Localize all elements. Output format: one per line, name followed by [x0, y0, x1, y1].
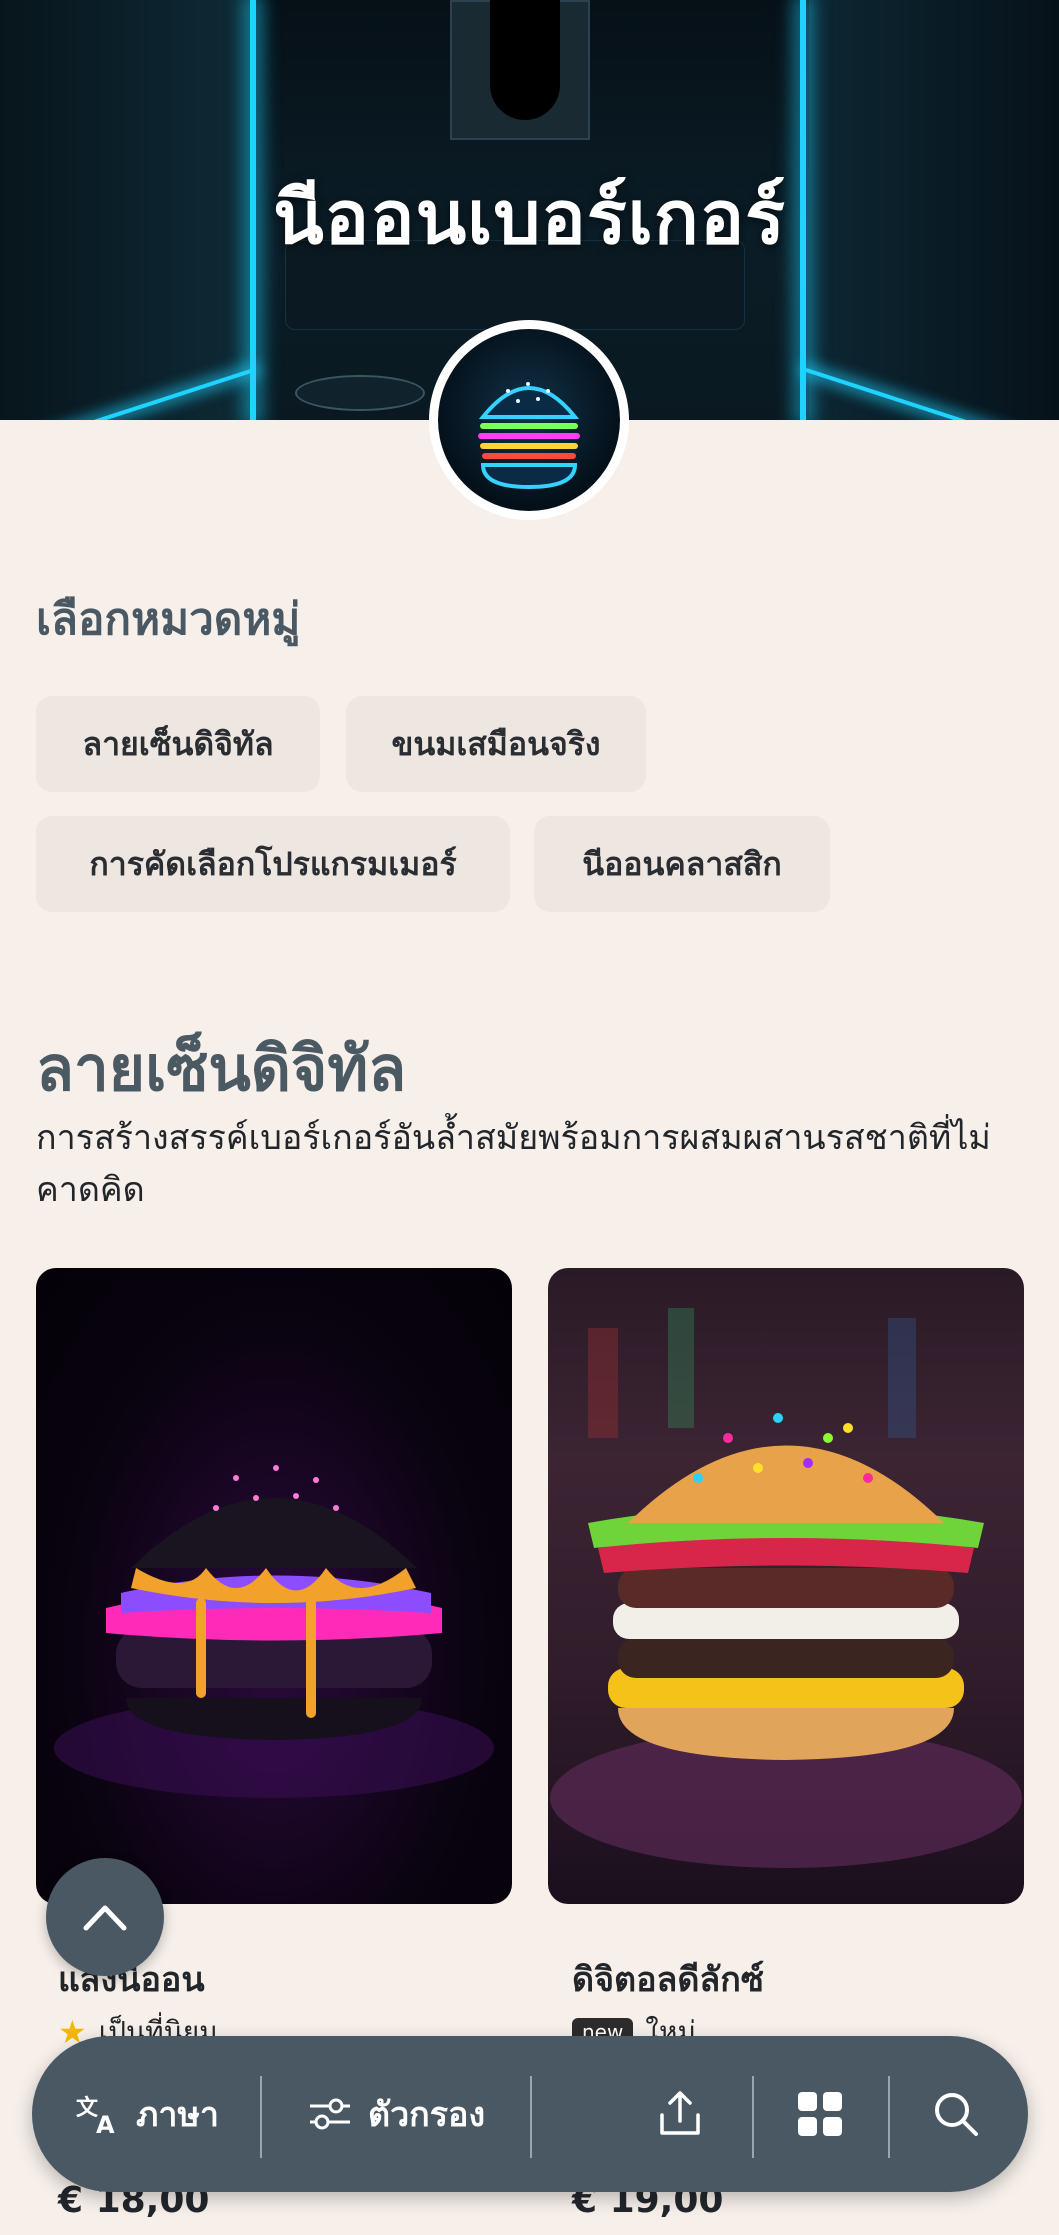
category-chip-neon-classic[interactable]: นีออนคลาสสิก — [534, 816, 830, 912]
bottom-action-bar: 文 A ภาษา ตัวกรอง — [32, 2036, 1028, 2192]
section-title: ลายเซ็นดิจิทัล — [36, 1032, 407, 1105]
grid-icon — [798, 2092, 842, 2136]
hero-table — [295, 375, 425, 411]
category-chip-label: ลายเซ็นดิจิทัล — [82, 724, 274, 763]
scroll-to-top-button[interactable] — [46, 1858, 164, 1976]
section-description: การสร้างสรรค์เบอร์เกอร์อันล้ำสมัยพร้อมกา… — [36, 1118, 991, 1210]
chevron-up-icon — [83, 1905, 127, 1931]
divider — [888, 2076, 890, 2158]
divider — [260, 2076, 262, 2158]
black-burger-illustration — [54, 1465, 494, 1798]
category-chip-digital-signature[interactable]: ลายเซ็นดิจิทัล — [36, 696, 320, 792]
language-button[interactable]: 文 A ภาษา — [74, 2036, 219, 2192]
filter-button[interactable]: ตัวกรอง — [308, 2036, 485, 2192]
neon-burger-logo-icon — [438, 329, 620, 511]
category-chip-virtual-snacks[interactable]: ขนมเสมือนจริง — [346, 696, 646, 792]
share-button[interactable] — [656, 2036, 704, 2192]
translate-icon: 文 A — [76, 2095, 115, 2137]
category-chip-label: ขนมเสมือนจริง — [391, 724, 601, 763]
category-chip-label: นีออนคลาสสิก — [582, 844, 782, 883]
search-icon — [935, 2093, 978, 2136]
product-image-digital-deluxe[interactable] — [548, 1268, 1024, 1904]
product-name: ดิจิตอลดีลักซ์ — [572, 1960, 764, 2000]
language-label: ภาษา — [136, 2095, 220, 2135]
divider — [752, 2076, 754, 2158]
product-image-neon-light[interactable] — [36, 1268, 512, 1904]
category-chip-programmer-selection[interactable]: การคัดเลือกโปรแกรมเมอร์ — [36, 816, 510, 912]
filter-sliders-icon — [310, 2098, 350, 2130]
svg-text:A: A — [96, 2111, 115, 2137]
category-chip-label: การคัดเลือกโปรแกรมเมอร์ — [89, 844, 457, 883]
restaurant-name: นีออนเบอร์เกอร์ — [273, 175, 786, 261]
share-icon — [660, 2091, 700, 2135]
rainbow-burger-illustration — [550, 1308, 1022, 1868]
grid-view-button[interactable] — [796, 2036, 844, 2192]
hero-poster-figure — [490, 0, 560, 120]
restaurant-logo — [429, 320, 629, 520]
categories-heading: เลือกหมวดหมู่ — [36, 594, 301, 645]
divider — [530, 2076, 532, 2158]
filter-label: ตัวกรอง — [368, 2095, 486, 2135]
search-button[interactable] — [932, 2036, 980, 2192]
